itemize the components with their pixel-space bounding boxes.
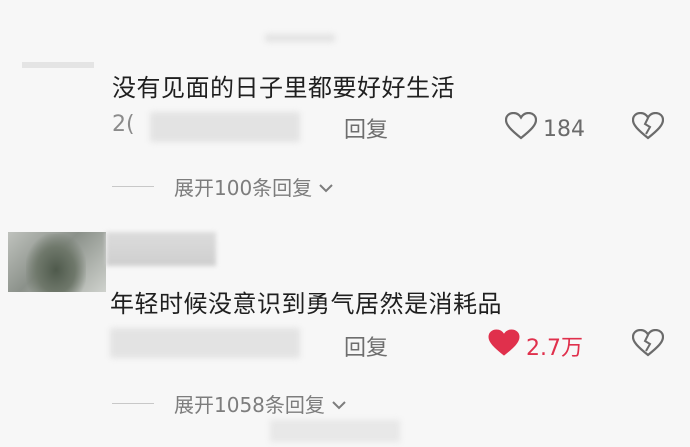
avatar[interactable] bbox=[8, 232, 106, 292]
avatar-image bbox=[26, 234, 86, 292]
like-button[interactable]: 2.7万 bbox=[488, 329, 583, 363]
broken-heart-icon bbox=[631, 328, 665, 361]
reply-button[interactable]: 回复 bbox=[344, 330, 388, 362]
like-count: 2.7万 bbox=[526, 336, 583, 361]
heart-icon bbox=[504, 111, 538, 146]
expand-replies-button[interactable]: 展开100条回复 bbox=[112, 172, 334, 201]
username-redacted bbox=[106, 232, 216, 266]
divider-line bbox=[112, 186, 154, 187]
chevron-down-icon bbox=[331, 392, 347, 416]
chevron-down-icon bbox=[318, 175, 334, 199]
divider-line bbox=[112, 403, 154, 404]
avatar[interactable] bbox=[22, 62, 94, 68]
dislike-button[interactable] bbox=[631, 111, 665, 144]
watermark bbox=[270, 420, 400, 442]
comment-meta: 2( bbox=[112, 112, 135, 137]
heart-filled-icon bbox=[488, 329, 520, 363]
reply-button[interactable]: 回复 bbox=[344, 112, 388, 144]
expand-replies-label: 展开1058条回复 bbox=[174, 393, 325, 417]
like-button[interactable]: 184 bbox=[504, 111, 585, 146]
like-count: 184 bbox=[543, 116, 585, 142]
meta-redacted bbox=[110, 328, 300, 358]
comment-date-prefix: 2( bbox=[112, 112, 135, 137]
broken-heart-icon bbox=[631, 111, 665, 144]
username-redacted bbox=[265, 34, 335, 42]
expand-replies-label: 展开100条回复 bbox=[174, 176, 313, 200]
comment-text: 年轻时候没意识到勇气居然是消耗品 bbox=[110, 290, 502, 318]
expand-replies-button[interactable]: 展开1058条回复 bbox=[112, 389, 347, 418]
meta-redacted bbox=[150, 112, 300, 142]
dislike-button[interactable] bbox=[631, 328, 665, 361]
comment-text: 没有见面的日子里都要好好生活 bbox=[112, 74, 455, 102]
